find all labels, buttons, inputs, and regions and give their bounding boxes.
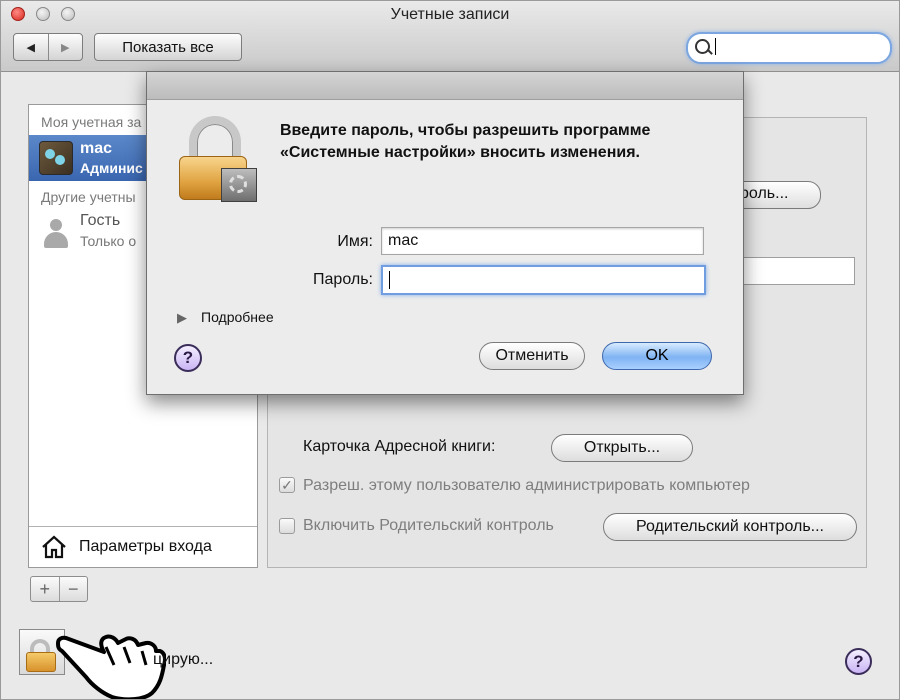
- text-caret: [715, 38, 716, 55]
- name-field[interactable]: mac: [381, 227, 704, 255]
- change-password-label: роль...: [740, 185, 789, 202]
- password-label: Пароль:: [313, 271, 373, 288]
- lock-status-text: цирую...: [153, 651, 214, 668]
- admin-checkbox[interactable]: ✓: [279, 477, 295, 493]
- search-input[interactable]: [686, 32, 892, 64]
- address-card-label: Карточка Адресной книги:: [303, 438, 496, 455]
- show-all-button[interactable]: Показать все: [94, 33, 242, 61]
- guest-subtitle: Только о: [80, 233, 137, 249]
- lock-icon: [177, 116, 259, 206]
- guest-name[interactable]: Гость: [80, 212, 120, 230]
- dialog-top-bar: [147, 72, 743, 100]
- nav-buttons: ◀ ▶: [13, 33, 83, 61]
- login-options-button[interactable]: Параметры входа: [29, 526, 257, 567]
- lock-body: [26, 652, 56, 672]
- preferences-window: Учетные записи ◀ ▶ Показать все Моя учет…: [0, 0, 900, 700]
- details-disclosure-triangle[interactable]: ▶: [177, 310, 187, 326]
- parental-control-checkbox[interactable]: [279, 518, 295, 534]
- remove-user-button[interactable]: −: [58, 577, 88, 601]
- authentication-dialog: Введите пароль, чтобы разрешить программ…: [146, 71, 744, 395]
- ok-button[interactable]: OK: [602, 342, 712, 370]
- toolbar: Учетные записи ◀ ▶ Показать все: [1, 1, 899, 72]
- forward-button[interactable]: ▶: [47, 34, 83, 60]
- user-role: Админис: [80, 160, 143, 176]
- user-name: mac: [80, 140, 113, 157]
- dialog-prompt: Введите пароль, чтобы разрешить программ…: [280, 122, 651, 161]
- details-label[interactable]: Подробнее: [201, 309, 274, 325]
- parental-control-checkbox-label: Включить Родительский контроль: [303, 517, 554, 534]
- cancel-button[interactable]: Отменить: [479, 342, 585, 370]
- window-title: Учетные записи: [390, 6, 510, 23]
- guest-icon: [42, 219, 70, 249]
- password-field[interactable]: [381, 265, 706, 295]
- help-icon[interactable]: ?: [845, 648, 872, 675]
- my-account-header: Моя учетная за: [41, 114, 142, 130]
- login-options-label: Параметры входа: [79, 538, 212, 555]
- user-avatar-icon: [39, 141, 73, 175]
- admin-checkbox-label: Разреш. этому пользователю администриров…: [303, 477, 750, 494]
- dialog-help-button[interactable]: ?: [174, 344, 202, 372]
- add-user-button[interactable]: +: [31, 577, 59, 601]
- system-preferences-icon: [221, 168, 257, 202]
- back-button[interactable]: ◀: [14, 34, 48, 60]
- name-label: Имя:: [337, 233, 373, 250]
- open-address-card-button[interactable]: Открыть...: [551, 434, 693, 462]
- parental-control-button[interactable]: Родительский контроль...: [603, 513, 857, 541]
- home-icon: [42, 535, 66, 559]
- pointing-hand-cursor-icon: [56, 634, 166, 699]
- text-caret: [389, 271, 390, 289]
- search-icon: [695, 39, 710, 54]
- other-accounts-header: Другие учетны: [41, 189, 136, 205]
- add-remove-control: + −: [30, 576, 88, 602]
